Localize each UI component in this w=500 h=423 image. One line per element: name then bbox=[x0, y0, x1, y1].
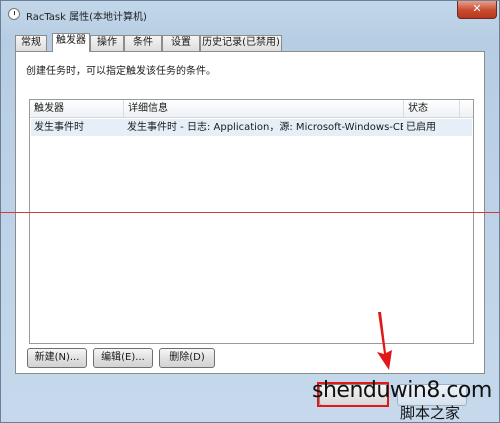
clock-icon bbox=[8, 8, 20, 20]
watermark-brand: 脚本之家 bbox=[400, 404, 461, 422]
tab-actions[interactable]: 操作 bbox=[90, 35, 124, 51]
edit-button[interactable]: 编辑(E)... bbox=[93, 348, 153, 368]
window-title: RacTask 属性(本地计算机) bbox=[26, 12, 147, 23]
list-header: 触发器 详细信息 状态 bbox=[30, 100, 473, 118]
column-status[interactable]: 状态 bbox=[404, 100, 460, 117]
triggers-list[interactable]: 触发器 详细信息 状态 发生事件时 发生事件时 - 日志: Applicatio… bbox=[29, 99, 474, 344]
delete-button[interactable]: 删除(D) bbox=[159, 348, 215, 368]
row-details: 发生事件时 - 日志: Application，源: Microsoft-Win… bbox=[127, 122, 403, 133]
close-button[interactable]: ✕ bbox=[457, 1, 497, 19]
tab-conditions[interactable]: 条件 bbox=[124, 35, 162, 51]
watermark-site: shenduwin8.com bbox=[312, 378, 492, 403]
annotation-line bbox=[0, 212, 500, 213]
panel-description: 创建任务时，可以指定触发该任务的条件。 bbox=[26, 66, 216, 77]
annotation-arrow-icon bbox=[377, 312, 392, 370]
tab-history[interactable]: 历史记录(已禁用) bbox=[200, 35, 282, 51]
tab-triggers[interactable]: 触发器 bbox=[52, 33, 90, 52]
table-row[interactable]: 发生事件时 发生事件时 - 日志: Application，源: Microso… bbox=[31, 119, 472, 136]
new-button[interactable]: 新建(N)... bbox=[27, 348, 87, 368]
tab-settings[interactable]: 设置 bbox=[162, 35, 200, 51]
title-bar: RacTask 属性(本地计算机) ✕ bbox=[1, 1, 499, 29]
tab-general[interactable]: 常规 bbox=[15, 35, 47, 51]
column-trigger[interactable]: 触发器 bbox=[30, 100, 124, 117]
row-status: 已启用 bbox=[406, 122, 436, 133]
column-details[interactable]: 详细信息 bbox=[124, 100, 404, 117]
row-trigger: 发生事件时 bbox=[34, 122, 84, 133]
tab-bar: 常规 触发器 操作 条件 设置 历史记录(已禁用) bbox=[15, 33, 485, 52]
